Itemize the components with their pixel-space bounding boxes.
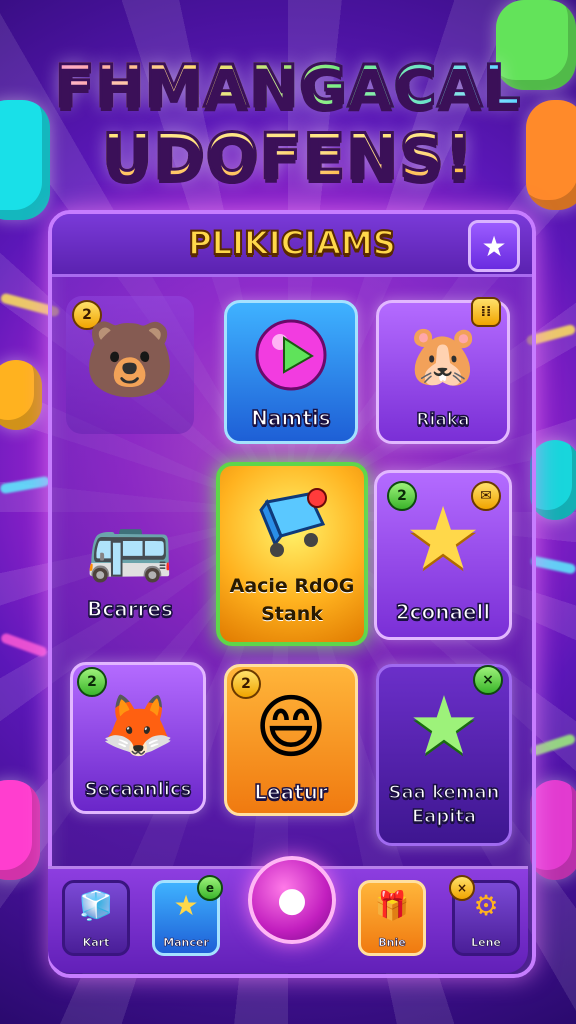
nav-label: Bnie — [378, 936, 406, 950]
panel-header: PLIKICIAMS ★ — [52, 214, 532, 277]
level-label: Aacie RdOG Stank — [229, 575, 355, 625]
home-gem-button[interactable]: ● — [248, 856, 336, 944]
nav-button-kart[interactable]: 🧊 Kart — [62, 880, 130, 956]
gem-cart-icon — [220, 480, 364, 568]
favorite-star-button[interactable]: ★ — [468, 220, 520, 272]
star-icon: ★ — [481, 229, 507, 263]
level-tile-2[interactable]: Namtis — [224, 300, 358, 444]
home-gem-icon: ● — [277, 880, 307, 920]
level-label: 2conaell — [395, 600, 491, 624]
green-star-icon: ★ — [408, 678, 480, 772]
nav-badge: e — [197, 875, 223, 901]
star-icon: ★ — [404, 489, 482, 589]
level-tile-5[interactable]: Aacie RdOG Stank — [216, 462, 368, 646]
level-label: Secaanlics — [84, 778, 192, 801]
bus-icon: 🚌 — [86, 502, 174, 585]
candy-decoration — [0, 780, 40, 880]
level-tile-9[interactable]: × ★ Saa keman Eapita — [376, 664, 512, 846]
nav-label: Lene — [471, 936, 501, 950]
level-tile-6[interactable]: 2 ✉ ★ 2conaell — [374, 470, 512, 640]
play-ball-icon — [227, 311, 355, 399]
panel-title: PLIKICIAMS — [187, 223, 397, 263]
candy-decoration — [0, 360, 42, 430]
nav-button-lene[interactable]: ⚙ × Lene — [449, 875, 520, 956]
level-tile-8[interactable]: 2 😄 Leatur — [224, 664, 358, 816]
game-title-line1: FHMANGACAL — [0, 51, 576, 122]
level-tile-7[interactable]: 2 🦊 Secaanlics — [70, 662, 206, 814]
nav-button-bnie[interactable]: 🎁 Bnie — [358, 880, 426, 956]
level-tile-3[interactable]: ⁞⁞ 🐹 Riaka — [376, 297, 510, 444]
nav-label: Kart — [82, 936, 110, 950]
level-label: Namtis — [251, 406, 332, 430]
candy-decoration — [530, 440, 576, 520]
level-tile-4[interactable]: 🚌 Bcarres — [66, 492, 194, 630]
fox-character-icon: 🦊 — [100, 690, 176, 761]
smiley-icon: 😄 — [254, 686, 328, 768]
bear-character-icon: 🐻 — [83, 316, 177, 403]
level-label: Riaka — [416, 409, 471, 431]
level-tile-1[interactable]: 2 🐻 — [66, 296, 194, 434]
chest-icon: 🎁 — [374, 889, 410, 922]
level-label: Leatur — [254, 780, 329, 804]
cube-icon: 🧊 — [78, 889, 114, 922]
candy-decoration — [530, 780, 576, 880]
level-label: Saa keman Eapita — [388, 781, 500, 828]
nav-badge: × — [449, 875, 475, 901]
nav-button-mancer[interactable]: ★ e Mancer — [152, 875, 223, 956]
nav-label: Mancer — [163, 936, 209, 950]
hamster-character-icon: 🐹 — [405, 320, 481, 391]
game-title-line2: UDOFENS! — [0, 119, 576, 195]
level-label: Bcarres — [86, 597, 173, 621]
